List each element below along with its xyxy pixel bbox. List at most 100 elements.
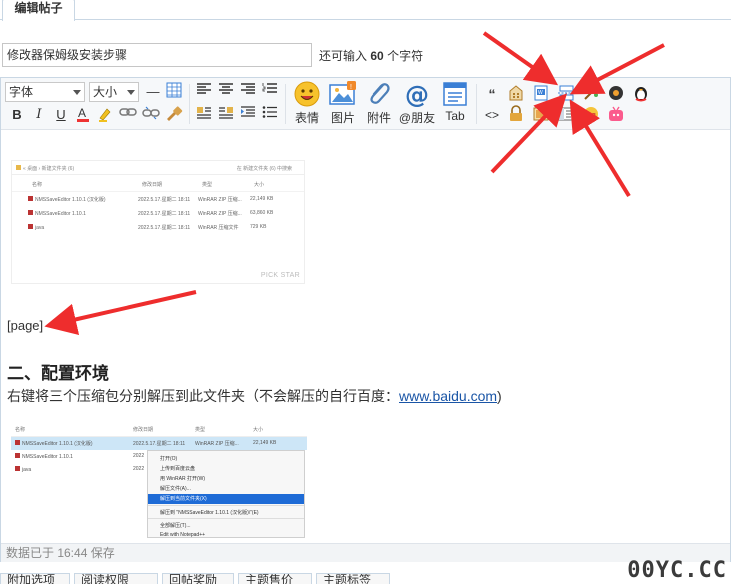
lock-icon [510,105,522,121]
chevron-down-icon [73,90,81,95]
float-left-button[interactable] [194,105,214,125]
highlight-button[interactable] [95,105,115,125]
bold-button[interactable]: B [7,105,27,125]
emoticon-button[interactable]: 表情 [289,80,325,126]
menu-item: Edit with Notepad++ [160,531,206,538]
file-date: 2022.5.17.星期二 18:11 [138,225,191,231]
index-icon [558,107,574,121]
tab-icon [443,82,467,106]
hide-button[interactable] [506,105,526,125]
options-tabs: 附加选项 阅读权限 回帖奖励 主题售价 主题标签 [0,573,731,584]
flash-button[interactable]: Bg [581,105,601,125]
file-list-header: 名称 修改日期 类型 大小 [11,424,307,437]
rar-icon [28,196,33,201]
table-button[interactable] [164,82,184,102]
index-button[interactable] [556,105,576,125]
autosave-status: 数据已于 16:44 保存 [1,543,730,562]
baidu-link[interactable]: www.baidu.com [399,388,497,404]
tab-button[interactable]: Tab [437,80,473,126]
menu-separator [148,518,304,520]
bilibili-button[interactable] [606,105,626,125]
float-right-button[interactable] [216,105,236,125]
col-date: 修改日期 [133,427,154,433]
rar-icon [15,466,20,471]
menu-item-highlighted: 解压到当前文件夹(X) [148,493,304,504]
subject-input[interactable]: 修改器保姆级安装步骤 [2,43,312,67]
file-date: 2022.5.17.星期二 18:11 [133,441,186,447]
link-button[interactable] [118,105,138,125]
brush-icon [167,106,183,121]
site-watermark: 00YC.CC [627,558,727,583]
chevron-down-icon [127,90,135,95]
free-block-button[interactable] [506,84,526,104]
tab-bar: 编辑帖子 [0,0,731,21]
paperclip-icon [370,83,390,104]
image-button[interactable]: ! 图片 [325,80,361,126]
page-break-button[interactable] [556,84,576,104]
file-size: 63,860 KB [250,210,274,216]
indent-button[interactable] [238,105,258,125]
image-label: 图片 [330,111,355,125]
menu-item: 全部解压(T)... [160,522,191,529]
menu-separator [148,504,304,506]
col-type: 类型 [195,427,206,433]
editor-content[interactable]: « 桌面 › 新建文件夹 (6) 在 新建文件夹 (6) 中搜索 名称 修改日期… [1,131,730,543]
toolbar-separator [285,84,286,124]
flash-icon: Bg [584,107,598,121]
photo-frame-icon [533,107,549,121]
horizontal-rule-button[interactable]: — [143,82,163,102]
font-family-select[interactable]: 字体 [5,82,85,102]
file-type: WinRAR ZIP 压缩... [198,211,242,217]
editor-toolbar: 字体 大小 — B I U A 表情 ! 图片 附件 @ @朋友 Tab “ <… [1,78,730,130]
tab-thread-price[interactable]: 主题售价 [238,573,312,584]
size-select-label: 大小 [93,85,118,99]
col-date: 修改日期 [142,182,163,188]
attachment-button[interactable]: 附件 [361,80,397,126]
tab-thread-tags[interactable]: 主题标签 [316,573,390,584]
menu-item: 打开(O) [160,455,178,462]
file-size: 22,149 KB [250,196,274,202]
col-size: 大小 [253,427,264,433]
page-break-icon [558,85,574,101]
rar-icon [15,440,20,445]
attachment-label: 附件 [366,111,391,125]
file-row: NMSSaveEditor 1.10.1 2022.5.17.星期二 18:11… [12,206,304,220]
align-center-button[interactable] [216,82,236,102]
font-size-select[interactable]: 大小 [89,82,139,102]
page-break-tag: [page] [7,318,44,333]
mention-friend-button[interactable]: @ @朋友 [397,80,437,126]
tab-reply-reward[interactable]: 回帖奖励 [162,573,234,584]
menu-item: 用 WinRAR 打开(W) [160,475,205,482]
music-button[interactable] [606,84,626,104]
align-right-button[interactable] [238,82,258,102]
align-left-icon [197,83,211,94]
unordered-list-button[interactable] [260,105,280,125]
code-button[interactable]: <> [482,105,502,125]
magic-button[interactable] [581,84,601,104]
quote-button[interactable]: “ [482,84,502,104]
svg-text:W: W [538,90,543,96]
unlink-icon [142,106,160,120]
char-hint-count: 60 [370,49,384,63]
format-painter-button[interactable] [164,105,184,125]
italic-button[interactable]: I [29,105,49,125]
tab-extra-options[interactable]: 附加选项 [0,573,70,584]
qq-button[interactable] [631,84,651,104]
unlink-button[interactable] [141,105,161,125]
ordered-list-button[interactable] [260,82,280,102]
tab-label: Tab [445,109,465,123]
tab-edit-post[interactable]: 编辑帖子 [2,0,75,21]
file-type: WinRAR 压缩文件 [198,225,239,231]
font-color-button[interactable]: A [73,105,93,125]
align-left-button[interactable] [194,82,214,102]
password-button[interactable] [531,105,551,125]
file-size: 22,149 KB [253,440,277,446]
explorer-address-bar: « 桌面 › 新建文件夹 (6) 在 新建文件夹 (6) 中搜索 [12,161,304,175]
rar-icon [15,453,20,458]
file-name: java [22,467,32,473]
underline-button[interactable]: U [51,105,71,125]
folder-icon [16,165,21,170]
file-list-header: 名称 修改日期 类型 大小 [12,175,304,192]
tab-read-permission[interactable]: 阅读权限 [74,573,158,584]
post-button[interactable]: W [531,84,551,104]
